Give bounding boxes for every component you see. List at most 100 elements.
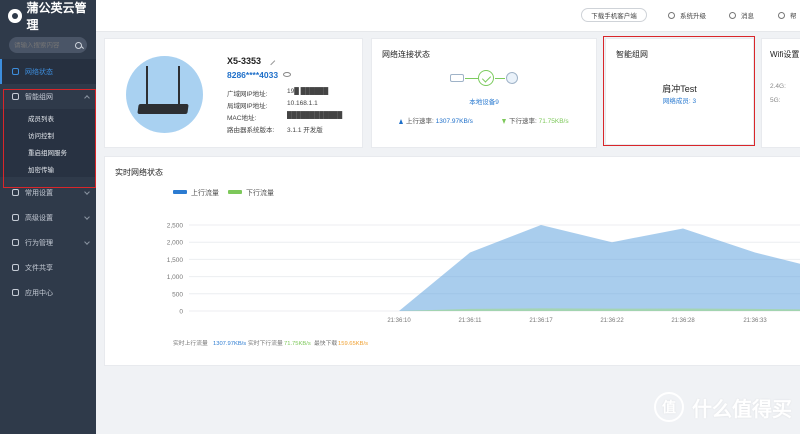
x-tick-label: 21:36:28 bbox=[671, 318, 695, 324]
info-row-mac: MAC地址: ████████████ bbox=[227, 112, 342, 122]
y-tick-label: 2,500 bbox=[167, 223, 184, 230]
y-tick-label: 0 bbox=[179, 309, 183, 316]
legend-swatch bbox=[173, 190, 187, 194]
info-value: 10.168.1.1 bbox=[287, 100, 318, 107]
network-status-card: 网络连接状态 本地设备9 上行速率: 1307.97KB/s 下行速率: 71.… bbox=[371, 38, 597, 148]
upgrade-icon bbox=[668, 11, 675, 19]
sidebar: 蒲公英云管理 网络状态 智能组网 成员列表 访问控制 重启组网服务 加密传输 常… bbox=[0, 0, 96, 434]
search-input[interactable] bbox=[14, 41, 75, 49]
wifi-band-24: 2.4G: bbox=[770, 83, 786, 90]
info-row-version: 路由器系统版本: 3.1.1 开发版 bbox=[227, 124, 323, 134]
system-upgrade-button[interactable]: 系统升级 bbox=[668, 10, 706, 20]
info-value: 3.1.1 开发版 bbox=[287, 127, 323, 134]
file-share-icon bbox=[12, 264, 19, 271]
search-icon[interactable] bbox=[75, 41, 82, 49]
antenna-left bbox=[146, 66, 148, 106]
sidebar-item-advanced-settings[interactable]: 高级设置 bbox=[0, 205, 96, 230]
check-icon bbox=[478, 70, 494, 86]
wifi-settings-card[interactable]: Wifi设置 2.4G: 5G: bbox=[761, 38, 800, 148]
x-tick-label: 21:36:17 bbox=[529, 318, 553, 324]
app-logo[interactable]: 蒲公英云管理 bbox=[0, 0, 96, 32]
info-key: 局域网IP地址: bbox=[227, 103, 268, 110]
sidebar-item-label: 行为管理 bbox=[25, 239, 53, 247]
messages-label: 消息 bbox=[741, 13, 754, 20]
connection-diagram bbox=[450, 70, 520, 86]
chevron-down-icon bbox=[84, 239, 90, 245]
watermark-logo-icon: 值 bbox=[654, 392, 684, 422]
upload-rate-value: 1307.97KB/s bbox=[435, 118, 473, 125]
download-rate-value: 71.75KB/s bbox=[538, 118, 569, 125]
y-tick-label: 1,500 bbox=[167, 257, 184, 264]
chevron-down-icon bbox=[84, 189, 90, 195]
arrow-up-icon bbox=[399, 118, 403, 124]
advanced-settings-icon bbox=[12, 214, 19, 221]
sidebar-item-label: 网络状态 bbox=[25, 68, 53, 76]
help-button[interactable]: 帮 bbox=[778, 10, 797, 20]
download-rate: 下行速率: 71.75KB/s bbox=[502, 115, 569, 125]
y-tick-label: 1,000 bbox=[167, 274, 184, 281]
upload-rate-label: 上行速率: bbox=[406, 118, 434, 125]
bell-icon bbox=[729, 11, 736, 19]
device-name: X5-3353 bbox=[227, 56, 262, 66]
router-image bbox=[126, 56, 203, 133]
info-row-lan: 局域网IP地址: 10.168.1.1 bbox=[227, 100, 318, 110]
sidebar-item-file-sharing[interactable]: 文件共享 bbox=[0, 255, 96, 280]
footer-peak-value: 159.65KB/s bbox=[338, 341, 368, 347]
router-icon bbox=[450, 74, 464, 82]
sidebar-item-label: 文件共享 bbox=[25, 264, 53, 272]
info-row-wan: 广域网IP地址: 19█ ██████ bbox=[227, 88, 328, 98]
x-tick-label: 21:36:10 bbox=[387, 318, 411, 324]
router-body bbox=[137, 104, 189, 114]
sidebar-item-network-status[interactable]: 网络状态 bbox=[0, 59, 96, 84]
wifi-band-5: 5G: bbox=[770, 97, 781, 104]
network-card-title: 网络连接状态 bbox=[382, 50, 430, 59]
info-value: 19█ ██████ bbox=[287, 88, 329, 95]
footer-up-value: 1307.97KB/s bbox=[213, 341, 246, 347]
app-center-icon bbox=[12, 289, 19, 296]
chevron-down-icon bbox=[84, 214, 90, 220]
legend-swatch bbox=[228, 190, 242, 194]
footer-down-label: 实时下行流量 bbox=[248, 339, 283, 347]
sidebar-item-label: 常用设置 bbox=[25, 189, 53, 197]
sidebar-item-behavior-management[interactable]: 行为管理 bbox=[0, 230, 96, 255]
wifi-card-title: Wifi设置 bbox=[770, 50, 800, 59]
series-area-upload bbox=[399, 225, 800, 311]
y-tick-label: 500 bbox=[172, 291, 183, 298]
realtime-chart-card: 实时网络状态 2,500 2,000 1,500 1,000 500 0 21:36:10 2… bbox=[104, 156, 800, 366]
footer-peak-label: 最快下载 bbox=[314, 339, 337, 347]
top-bar: 下载手机客户端 系统升级 消息 帮 bbox=[96, 0, 800, 32]
footer-up-label: 实时上行流量 bbox=[173, 339, 208, 347]
link-line bbox=[495, 78, 505, 79]
info-key: 路由器系统版本: bbox=[227, 127, 275, 134]
link-line bbox=[465, 78, 478, 79]
info-key: 广域网IP地址: bbox=[227, 91, 268, 98]
x-tick-label: 21:36:22 bbox=[600, 318, 624, 324]
y-tick-label: 2,000 bbox=[167, 240, 184, 247]
highlight-box bbox=[603, 36, 755, 146]
search-box[interactable] bbox=[9, 37, 87, 53]
help-icon bbox=[778, 11, 785, 19]
watermark-text: 什么值得买 bbox=[692, 398, 792, 421]
network-status-icon bbox=[12, 68, 19, 75]
legend-label: 下行流量 bbox=[246, 188, 274, 197]
download-app-button[interactable]: 下载手机客户端 bbox=[581, 8, 647, 22]
eye-icon[interactable] bbox=[283, 72, 291, 77]
behavior-icon bbox=[12, 239, 19, 246]
sidebar-item-app-center[interactable]: 应用中心 bbox=[0, 280, 96, 305]
x-tick-label: 21:36:11 bbox=[459, 318, 483, 324]
local-devices-link[interactable]: 本地设备9 bbox=[372, 96, 596, 106]
logo-icon bbox=[8, 9, 22, 23]
watermark: 值 什么值得买 bbox=[654, 392, 792, 422]
info-value: ████████████ bbox=[287, 112, 343, 119]
legend-label: 上行流量 bbox=[191, 188, 219, 197]
device-sn: 8286****4033 bbox=[227, 70, 279, 80]
messages-button[interactable]: 消息 bbox=[729, 10, 754, 20]
highlight-box bbox=[3, 89, 96, 188]
download-rate-label: 下行速率: bbox=[509, 118, 537, 125]
globe-icon bbox=[506, 72, 518, 84]
edit-icon[interactable] bbox=[266, 56, 276, 66]
device-card: X5-3353 8286****4033 广域网IP地址: 19█ ██████… bbox=[104, 38, 363, 148]
sidebar-item-label: 应用中心 bbox=[25, 289, 53, 297]
upload-rate: 上行速率: 1307.97KB/s bbox=[399, 115, 473, 125]
help-label: 帮 bbox=[790, 13, 797, 20]
